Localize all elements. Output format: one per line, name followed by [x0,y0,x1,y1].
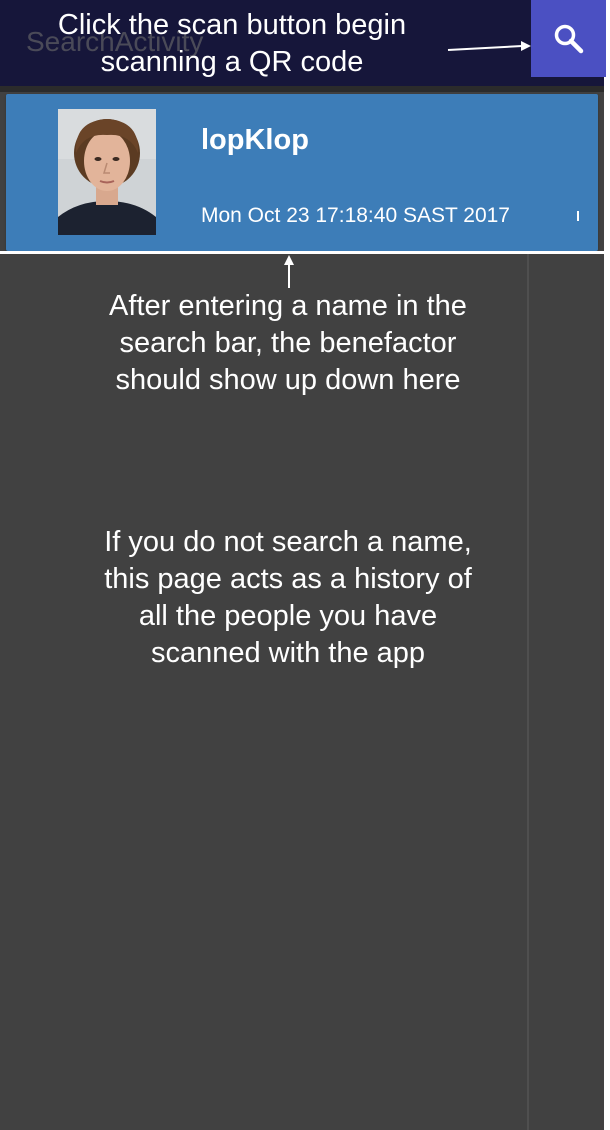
toolbar-shadow [0,86,604,92]
avatar [58,109,156,235]
search-icon [554,24,583,53]
result-card[interactable]: lopKlop Mon Oct 23 17:18:40 SAST 2017 [6,94,598,251]
result-timestamp: Mon Oct 23 17:18:40 SAST 2017 [201,204,510,227]
screen-edge [604,0,610,1130]
result-name: lopKlop [201,124,309,156]
person-photo-icon [58,109,156,235]
list-divider [0,251,604,254]
card-overflow-marker [577,211,579,221]
history-hint-annotation: If you do not search a name, this page a… [104,526,472,669]
scan-hint-annotation: Click the scan button begin scanning a Q… [57,9,407,78]
scan-button[interactable] [531,0,606,77]
result-hint-annotation: After entering a name in the search bar,… [109,290,467,396]
